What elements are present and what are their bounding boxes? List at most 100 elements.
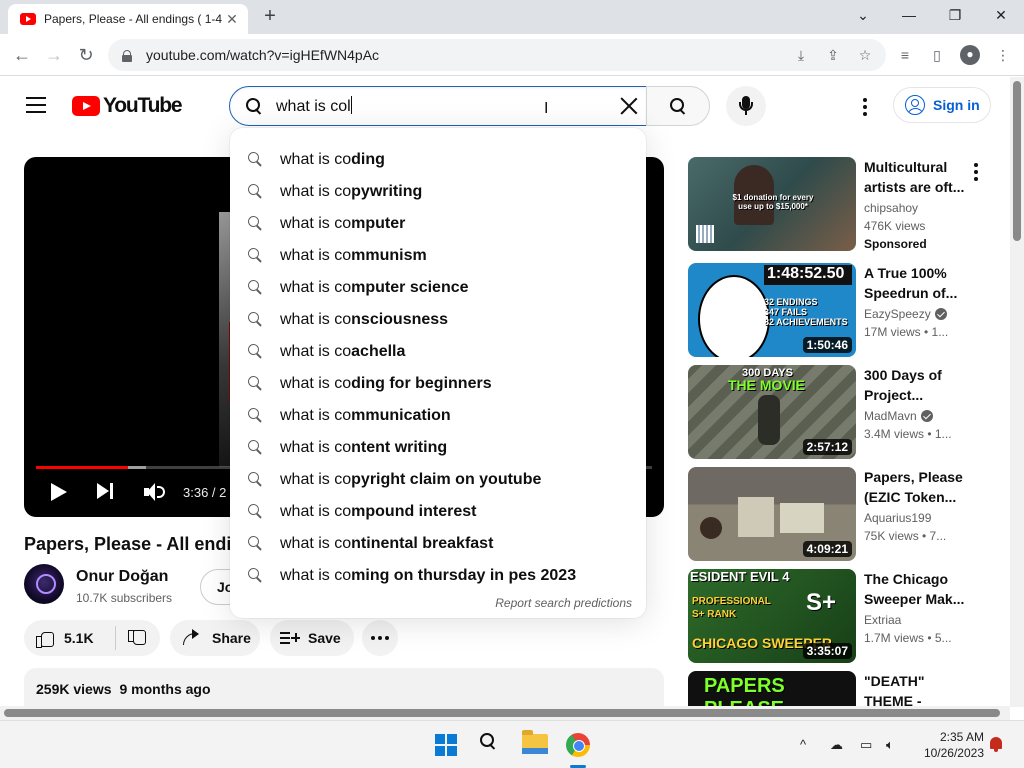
video-thumbnail[interactable]: PAPERS PLEASE xyxy=(688,671,856,707)
recommendation-item[interactable]: 300 DAYS THE MOVIE 2:57:12 300 Days of Pr… xyxy=(688,365,988,459)
recommendation-item[interactable]: 4:09:21 Papers, Please (EZIC Token... Aqu… xyxy=(688,467,988,561)
suggestion-item[interactable]: what is computer science xyxy=(230,272,646,304)
window-minimize-button[interactable]: — xyxy=(886,4,932,26)
window-close-button[interactable]: ✕ xyxy=(978,4,1024,26)
media-queue-icon[interactable]: ≡ xyxy=(896,46,914,64)
suggestion-item[interactable]: what is consciousness xyxy=(230,304,646,336)
search-button[interactable] xyxy=(646,86,710,126)
recommendation-channel[interactable]: Extriaa xyxy=(864,613,901,627)
suggestion-item[interactable]: what is continental breakfast xyxy=(230,528,646,560)
horizontal-scrollbar[interactable] xyxy=(0,706,1010,720)
new-tab-button[interactable]: + xyxy=(260,6,280,26)
more-actions-button[interactable] xyxy=(362,620,398,656)
suggestion-item[interactable]: what is computer xyxy=(230,208,646,240)
windows-start-icon[interactable] xyxy=(435,734,457,756)
browser-tab-active[interactable]: Papers, Please - All endings ( 1-4 ✕ xyxy=(8,4,248,34)
dislike-button[interactable] xyxy=(116,629,146,647)
settings-more-icon[interactable] xyxy=(863,98,867,119)
suggestion-text: what is compound interest xyxy=(280,503,477,520)
recommendation-channel[interactable]: EazySpeezy xyxy=(864,307,947,321)
recommendation-title[interactable]: "DEATH" THEME - xyxy=(864,671,972,707)
suggestion-text: what is coming on thursday in pes 2023 xyxy=(280,567,577,584)
channel-name[interactable]: Onur Doğan xyxy=(76,568,168,586)
display-icon[interactable]: ▭ xyxy=(860,737,872,753)
suggestion-item[interactable]: what is communism xyxy=(230,240,646,272)
chrome-icon[interactable] xyxy=(566,733,590,757)
back-arrow-icon[interactable]: ← xyxy=(10,43,34,67)
suggestion-item[interactable]: what is coachella xyxy=(230,336,646,368)
youtube-logo[interactable]: YouTube xyxy=(72,94,183,118)
recommendation-item[interactable]: $1 donation for every use up to $15,000*… xyxy=(688,157,988,251)
guide-menu-icon[interactable] xyxy=(26,97,46,113)
suggestion-text: what is communication xyxy=(280,407,451,424)
sign-in-button[interactable]: Sign in xyxy=(893,87,991,123)
tray-overflow-chevron-icon[interactable]: ^ xyxy=(800,737,806,752)
item-more-icon[interactable] xyxy=(974,163,978,184)
volume-icon[interactable] xyxy=(144,483,165,501)
forward-arrow-icon[interactable]: → xyxy=(42,43,66,67)
like-button[interactable]: 5.1K xyxy=(24,626,116,650)
recommendation-title[interactable]: Multicultural artists are oft... xyxy=(864,157,972,197)
suggestion-item[interactable]: what is coming on thursday in pes 2023 xyxy=(230,560,646,592)
taskbar-search-icon[interactable] xyxy=(480,733,502,760)
recommendation-channel[interactable]: chipsahoy xyxy=(864,201,918,215)
notification-bell-icon[interactable] xyxy=(990,737,1002,752)
vertical-scrollbar-thumb[interactable] xyxy=(1013,81,1021,241)
recommendation-item[interactable]: PAPERS PLEASE "DEATH"THEME - xyxy=(688,671,988,707)
report-search-predictions-link[interactable]: Report search predictions xyxy=(495,596,632,610)
next-video-icon[interactable] xyxy=(97,483,115,499)
voice-search-button[interactable] xyxy=(726,86,766,126)
video-thumbnail[interactable]: 4:09:21 xyxy=(688,467,856,561)
playlist-add-icon xyxy=(280,630,300,646)
recommendation-item[interactable]: ESIDENT EVIL 4 PROFESSIONAL S+ RANK CHIC… xyxy=(688,569,988,663)
duration-badge: 2:57:12 xyxy=(802,439,852,455)
share-button[interactable]: Share xyxy=(170,620,260,656)
clear-search-icon[interactable] xyxy=(618,95,640,117)
reload-icon[interactable]: ↻ xyxy=(74,43,98,67)
network-status-icon[interactable]: ☁ xyxy=(830,737,843,753)
lock-icon[interactable] xyxy=(122,49,132,62)
video-thumbnail[interactable]: 300 DAYS THE MOVIE 2:57:12 xyxy=(688,365,856,459)
recommendation-meta: 75K views • 7... xyxy=(864,529,947,543)
suggestion-item[interactable]: what is content writing xyxy=(230,432,646,464)
channel-avatar[interactable] xyxy=(24,564,64,604)
recommendation-title[interactable]: The Chicago Sweeper Mak... xyxy=(864,569,972,609)
recommendation-channel[interactable]: MadMavn xyxy=(864,409,933,423)
tab-search-button[interactable]: ⌄ xyxy=(840,4,886,26)
recommendation-title[interactable]: 300 Days of Project... xyxy=(864,365,972,405)
address-bar[interactable]: youtube.com/watch?v=igHEfWN4pAc xyxy=(108,39,886,71)
recommendation-item[interactable]: 1:48:52.50 32 ENDINGS 347 FAILS 82 ACHIE… xyxy=(688,263,988,357)
recommendation-title[interactable]: Papers, Please (EZIC Token... xyxy=(864,467,972,507)
suggestion-item[interactable]: what is communication xyxy=(230,400,646,432)
taskbar-clock[interactable]: 2:35 AM 10/26/2023 xyxy=(918,729,984,761)
share-label: Share xyxy=(212,630,251,646)
bookmark-star-icon[interactable]: ☆ xyxy=(856,46,874,64)
address-bar-url[interactable]: youtube.com/watch?v=igHEfWN4pAc xyxy=(146,47,379,63)
install-app-icon[interactable]: ⤓ xyxy=(792,46,810,64)
play-icon[interactable] xyxy=(51,483,67,501)
recommendation-channel[interactable]: Aquarius199 xyxy=(864,511,931,525)
recommendation-title[interactable]: A True 100% Speedrun of... xyxy=(864,263,972,303)
search-query-text[interactable]: what is col xyxy=(276,96,646,116)
profile-avatar-icon[interactable]: ● xyxy=(960,45,980,65)
side-panel-icon[interactable]: ▯ xyxy=(928,46,946,64)
save-button[interactable]: Save xyxy=(270,620,354,656)
share-page-icon[interactable]: ⇪ xyxy=(824,46,842,64)
file-explorer-icon[interactable] xyxy=(522,730,548,754)
search-icon xyxy=(248,280,264,296)
suggestion-item[interactable]: what is compound interest xyxy=(230,496,646,528)
suggestion-item[interactable]: what is coding xyxy=(230,144,646,176)
volume-tray-icon[interactable]: 🔈︎ xyxy=(886,737,894,753)
suggestion-item[interactable]: what is copyright claim on youtube xyxy=(230,464,646,496)
horizontal-scrollbar-thumb[interactable] xyxy=(4,709,1000,717)
vertical-scrollbar[interactable] xyxy=(1010,77,1024,707)
video-thumbnail[interactable]: $1 donation for every use up to $15,000* xyxy=(688,157,856,251)
tab-close-icon[interactable]: ✕ xyxy=(224,11,240,28)
window-restore-button[interactable]: ❐ xyxy=(932,4,978,26)
suggestion-item[interactable]: what is copywriting xyxy=(230,176,646,208)
search-input[interactable]: what is col I xyxy=(229,86,647,126)
video-thumbnail[interactable]: ESIDENT EVIL 4 PROFESSIONAL S+ RANK CHIC… xyxy=(688,569,856,663)
video-thumbnail[interactable]: 1:48:52.50 32 ENDINGS 347 FAILS 82 ACHIE… xyxy=(688,263,856,357)
chrome-menu-icon[interactable]: ⋮ xyxy=(994,46,1012,64)
suggestion-item[interactable]: what is coding for beginners xyxy=(230,368,646,400)
